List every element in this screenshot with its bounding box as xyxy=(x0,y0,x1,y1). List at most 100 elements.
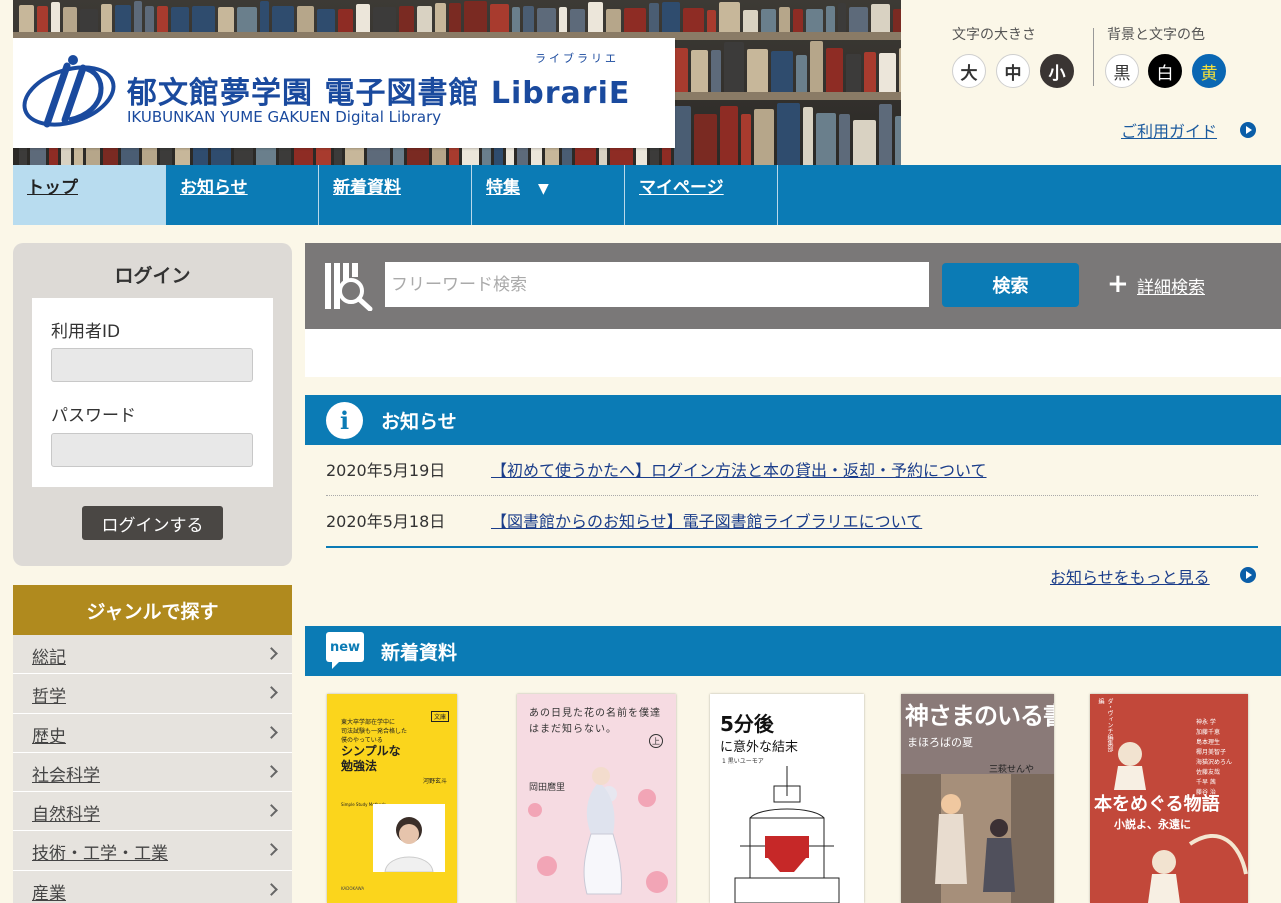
book-spine xyxy=(63,7,77,32)
book-spine xyxy=(570,9,585,32)
news-link[interactable]: 【初めて使うかたへ】ログイン方法と本の貸出・返却・予約について xyxy=(491,457,987,481)
book-spine xyxy=(893,9,901,32)
book-spine xyxy=(51,2,60,32)
color-yellow-button[interactable]: 黄 xyxy=(1192,54,1226,88)
chevron-right-icon xyxy=(265,686,278,700)
nav-features-label: 特集 xyxy=(486,178,520,198)
site-logo[interactable]: 郁文館夢学園 電子図書館 LibrariE ライブラリエ IKUBUNKAN Y… xyxy=(13,38,675,148)
book-spine xyxy=(171,7,189,32)
news-date: 2020年5月18日 xyxy=(326,512,446,531)
book-spine xyxy=(417,6,432,32)
font-size-label: 文字の大きさ xyxy=(952,27,1036,43)
book-spine xyxy=(101,4,112,32)
book-spine xyxy=(624,8,646,32)
book-cover[interactable]: ダ・ヴィンチ編集部 編 神永 学 加藤千恵 島本理生 椰月美智子 海猫沢めろん … xyxy=(1090,694,1248,903)
author-photo xyxy=(373,804,445,873)
book-spine xyxy=(724,42,744,92)
nav-new-arrivals[interactable]: 新着資料 xyxy=(319,165,472,225)
book-spine xyxy=(523,6,534,32)
book-spine xyxy=(826,6,835,32)
play-circle-icon[interactable] xyxy=(1240,567,1256,583)
news-more-link[interactable]: お知らせをもっと見る xyxy=(1050,564,1210,588)
person-portrait-icon xyxy=(384,817,434,873)
book-spine xyxy=(115,5,131,32)
genre-label: 自然科学 xyxy=(32,805,100,826)
genre-label: 歴史 xyxy=(32,726,66,747)
logo-title: 郁文館夢学園 電子図書館 LibrariE xyxy=(127,76,631,111)
genre-item-social-science[interactable]: 社会科学 xyxy=(13,752,292,793)
font-size-large-button[interactable]: 大 xyxy=(952,54,986,88)
user-id-input[interactable] xyxy=(51,348,253,382)
display-settings: 文字の大きさ 大 中 小 背景と文字の色 黒 白 黄 ご利用ガイド xyxy=(935,18,1275,158)
password-input[interactable] xyxy=(51,433,253,467)
book-spine xyxy=(134,1,142,32)
nav-features[interactable]: 特集 ▼ xyxy=(472,165,625,225)
genre-item-industry[interactable]: 産業 xyxy=(13,870,292,903)
color-black-button[interactable]: 黒 xyxy=(1105,54,1139,88)
genre-item-history[interactable]: 歴史 xyxy=(13,713,292,753)
font-size-medium-button[interactable]: 中 xyxy=(996,54,1030,88)
search-bar: 検索 + 詳細検索 xyxy=(305,243,1281,329)
font-size-small-button[interactable]: 小 xyxy=(1040,54,1074,88)
book-spine xyxy=(864,52,876,92)
book-spine xyxy=(192,6,215,32)
genre-item-technology[interactable]: 技術・工学・工業 xyxy=(13,831,292,871)
guide-link[interactable]: ご利用ガイド xyxy=(1121,118,1217,142)
book-spine xyxy=(80,9,98,32)
nav-news[interactable]: お知らせ xyxy=(166,165,319,225)
search-result-strip xyxy=(305,329,1281,377)
book-spine xyxy=(879,104,892,165)
genre-item-philosophy[interactable]: 哲学 xyxy=(13,674,292,714)
nav-news-label: お知らせ xyxy=(180,178,248,198)
genre-heading: ジャンルで探す xyxy=(13,585,292,635)
book-title: あの日見た花の名前を僕達はまだ知らない。 xyxy=(529,708,661,735)
news-item: 2020年5月18日 【図書館からのお知らせ】電子図書館ライブラリエについて xyxy=(326,496,1258,546)
user-id-label: 利用者ID xyxy=(51,322,121,342)
illustration-girl-icon xyxy=(528,767,668,895)
chevron-right-icon xyxy=(265,843,278,857)
nav-top[interactable]: トップ xyxy=(13,165,166,225)
login-title: ログイン xyxy=(114,265,191,287)
book-title: 本をめぐる物語 xyxy=(1094,794,1220,815)
color-white-button[interactable]: 白 xyxy=(1148,54,1182,88)
news-link[interactable]: 【図書館からのお知らせ】電子図書館ライブラリエについて xyxy=(491,508,922,532)
book-spine xyxy=(490,4,509,32)
nav-mypage[interactable]: マイページ xyxy=(625,165,778,225)
advanced-search-link[interactable]: 詳細検索 xyxy=(1137,273,1205,298)
book-spine xyxy=(606,9,621,32)
book-spine xyxy=(588,2,603,32)
book-spine xyxy=(871,4,890,32)
book-title: 神さまのいる書店 xyxy=(905,702,1054,730)
book-spine xyxy=(771,51,793,92)
book-spine xyxy=(839,114,850,165)
search-button[interactable]: 検索 xyxy=(942,263,1079,307)
book-spine xyxy=(747,49,768,92)
book-spine xyxy=(297,6,314,32)
book-cover[interactable]: 5分後 に意外な結末 1 黒いユーモア xyxy=(710,694,864,903)
genre-item-general[interactable]: 総記 xyxy=(13,635,292,675)
book-spine xyxy=(157,6,168,32)
book-spine xyxy=(796,55,807,92)
book-cover[interactable]: 神さまのいる書店 まほろばの夏 三萩せんや xyxy=(901,694,1054,903)
book-spine xyxy=(826,48,843,92)
book-cover-top-text: 東大卒学部在学中に 司法試験も一発合格した 僕のやっている xyxy=(341,719,408,744)
book-spine xyxy=(838,3,846,32)
book-subtitle: まほろばの夏 xyxy=(907,736,973,749)
book-cover[interactable]: 東大卒学部在学中に 司法試験も一発合格した 僕のやっている 文庫 シンプルな 勉… xyxy=(327,694,457,903)
new-badge-icon: new xyxy=(326,632,364,669)
nav-mypage-label: マイページ xyxy=(639,178,724,198)
logo-subtitle: IKUBUNKAN YUME GAKUEN Digital Library xyxy=(127,108,442,126)
genre-item-natural-science[interactable]: 自然科学 xyxy=(13,792,292,832)
book-spine xyxy=(853,120,876,165)
book-cover[interactable]: あの日見た花の名前を僕達はまだ知らない。 上 岡田麿里 xyxy=(517,694,676,903)
book-badge: 文庫 xyxy=(430,711,449,722)
play-circle-icon[interactable] xyxy=(1240,122,1256,138)
chevron-right-icon xyxy=(265,647,278,660)
book-title: シンプルな 勉強法 xyxy=(341,744,401,773)
book-spine xyxy=(218,7,234,32)
book-spine xyxy=(691,50,708,92)
login-button[interactable]: ログインする xyxy=(82,506,223,540)
search-input[interactable] xyxy=(385,262,929,307)
book-spine xyxy=(399,6,414,32)
book-spine xyxy=(849,7,868,32)
